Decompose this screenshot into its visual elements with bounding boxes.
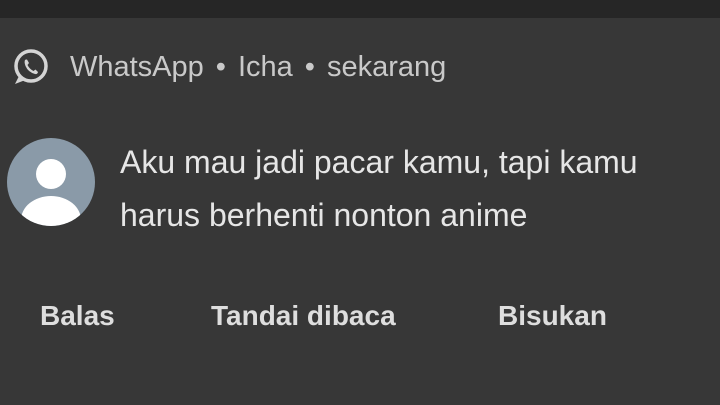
timestamp: sekarang bbox=[326, 50, 447, 83]
notification-actions: Balas Tandai dibaca Bisukan bbox=[0, 300, 720, 344]
message-text: Aku mau jadi pacar kamu, tapi kamu harus… bbox=[120, 136, 720, 242]
mark-as-read-button[interactable]: Tandai dibaca bbox=[211, 300, 396, 332]
separator-dot: • bbox=[215, 50, 226, 83]
notification-header: WhatsApp • Icha • sekarang bbox=[10, 47, 446, 87]
default-avatar-icon bbox=[7, 138, 95, 226]
app-name: WhatsApp bbox=[70, 50, 204, 83]
status-bar-strip bbox=[0, 0, 720, 18]
sender-name: Icha bbox=[237, 50, 293, 83]
reply-button[interactable]: Balas bbox=[40, 300, 115, 332]
message-line: Aku mau jadi pacar kamu, tapi kamu bbox=[120, 144, 638, 180]
whatsapp-icon bbox=[10, 47, 50, 87]
separator-dot: • bbox=[304, 50, 315, 83]
message-line: harus berhenti nonton anime bbox=[120, 197, 528, 233]
mute-button[interactable]: Bisukan bbox=[498, 300, 607, 332]
